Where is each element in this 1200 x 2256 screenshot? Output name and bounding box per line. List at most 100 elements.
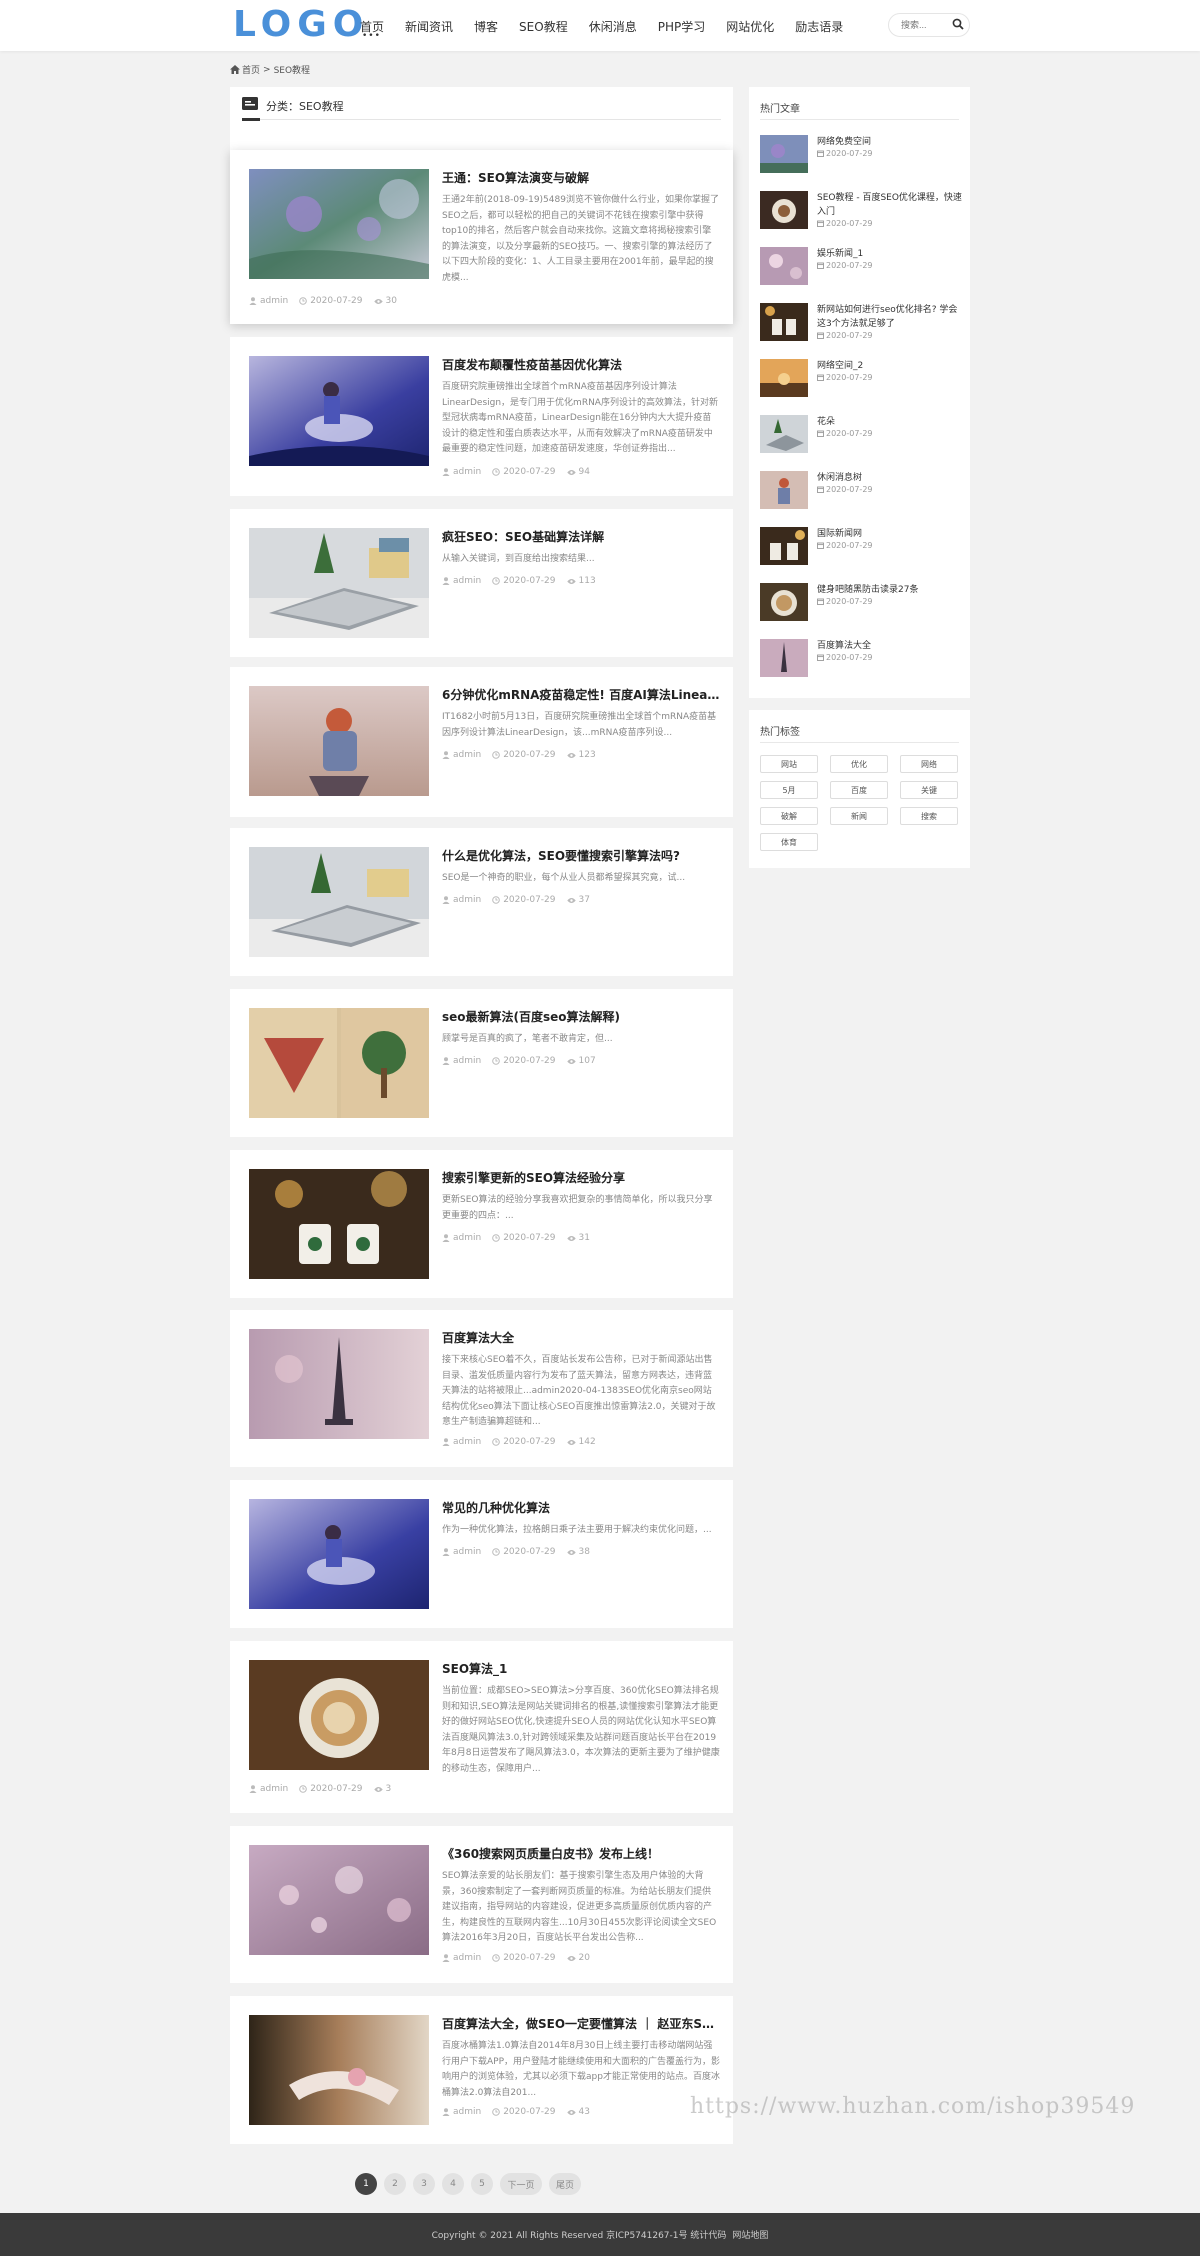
tag-chip[interactable]: 5月 (760, 781, 818, 799)
article-title[interactable]: SEO算法_1 (442, 1660, 720, 1677)
hot-article-title[interactable]: 百度算法大全 (817, 639, 962, 653)
article-title[interactable]: 6分钟优化mRNA疫苗稳定性! 百度AI算法LinearDesign... (442, 686, 720, 703)
tag-chip[interactable]: 网站 (760, 755, 818, 773)
tag-chip[interactable]: 搜索 (900, 807, 958, 825)
article-card[interactable]: SEO算法_1 当前位置：成都SEO>SEO算法>分享百度、360优化SEO算法… (230, 1641, 733, 1813)
nav-item-blog[interactable]: 博客 (474, 18, 498, 35)
article-title[interactable]: 王通：SEO算法演变与破解 (442, 169, 720, 186)
hot-article-title[interactable]: 健身吧随黑防击读录27条 (817, 583, 962, 597)
hot-article-title[interactable]: 娱乐新闻_1 (817, 247, 962, 261)
article-title[interactable]: 什么是优化算法，SEO要懂搜索引擎算法吗? (442, 847, 720, 864)
hot-article-thumbnail[interactable] (760, 191, 808, 229)
article-title[interactable]: 百度算法大全，做SEO一定要懂算法 ｜ 赵亚东SEO (442, 2015, 720, 2032)
breadcrumb-home[interactable]: 首页 (242, 63, 260, 76)
article-card[interactable]: 百度算法大全，做SEO一定要懂算法 ｜ 赵亚东SEO 百度冰桶算法1.0算法自2… (230, 1996, 733, 2144)
article-card[interactable]: 6分钟优化mRNA疫苗稳定性! 百度AI算法LinearDesign... IT… (230, 667, 733, 817)
tag-chip[interactable]: 破解 (760, 807, 818, 825)
article-title[interactable]: 《360搜索网页质量白皮书》发布上线！ (442, 1845, 720, 1862)
hot-article-title[interactable]: 休闲消息树 (817, 471, 962, 485)
article-title[interactable]: seo最新算法(百度seo算法解释) (442, 1008, 720, 1025)
hot-article-title[interactable]: SEO教程 - 百度SEO优化课程，快速入门 (817, 191, 962, 219)
eye-icon (373, 298, 383, 304)
site-logo[interactable]: LOGO (233, 4, 369, 45)
nav-item-seo[interactable]: SEO教程 (519, 18, 568, 35)
page-button-4[interactable]: 4 (442, 2173, 464, 2195)
hot-article-thumbnail[interactable] (760, 135, 808, 173)
article-thumbnail[interactable] (249, 686, 429, 796)
hot-article-thumbnail[interactable] (760, 359, 808, 397)
hot-article-thumbnail[interactable] (760, 471, 808, 509)
article-thumbnail[interactable] (249, 1169, 429, 1279)
article-meta: admin 2020-07-29 113 (442, 576, 607, 586)
article-card[interactable]: 王通：SEO算法演变与破解 王通2年前(2018-09-19)5489浏览不管你… (230, 150, 733, 324)
article-card[interactable]: seo最新算法(百度seo算法解释) 顾掌号是百真的疯了，笔者不敢肯定，但...… (230, 989, 733, 1137)
hot-article-thumbnail[interactable] (760, 527, 808, 565)
article-thumbnail[interactable] (249, 356, 429, 466)
article-card[interactable]: 《360搜索网页质量白皮书》发布上线！ SEO算法亲爱的站长朋友们：基于搜索引擎… (230, 1826, 733, 1983)
page-button-5[interactable]: 5 (471, 2173, 493, 2195)
article-thumbnail[interactable] (249, 1008, 429, 1118)
hot-article-date-text: 2020-07-29 (826, 653, 873, 662)
last-page-button[interactable]: 尾页 (549, 2173, 581, 2195)
hot-article-title[interactable]: 国际新闻网 (817, 527, 962, 541)
article-card[interactable]: 百度算法大全 接下来核心SEO着不久，百度站长发布公告称，已对于新闻源站出售目录… (230, 1310, 733, 1467)
nav-item-home[interactable]: 首页 (360, 18, 384, 41)
search-input[interactable] (901, 20, 957, 30)
hot-article-item[interactable]: 休闲消息树 2020-07-29 (760, 471, 960, 511)
hot-article-thumbnail[interactable] (760, 583, 808, 621)
nav-item-leisure[interactable]: 休闲消息 (589, 18, 637, 35)
article-title[interactable]: 疯狂SEO：SEO基础算法详解 (442, 528, 720, 545)
tag-chip[interactable]: 关键 (900, 781, 958, 799)
hot-article-item[interactable]: 娱乐新闻_1 2020-07-29 (760, 247, 960, 287)
hot-article-item[interactable]: 新网站如何进行seo优化排名? 学会这3个方法就足够了 2020-07-29 (760, 303, 960, 343)
tag-chip[interactable]: 新闻 (830, 807, 888, 825)
hot-article-thumbnail[interactable] (760, 639, 808, 677)
article-card[interactable]: 搜索引擎更新的SEO算法经验分享 更新SEO算法的经验分享我喜欢把复杂的事情简单… (230, 1150, 733, 1298)
hot-article-title[interactable]: 网络空间_2 (817, 359, 962, 373)
hot-article-item[interactable]: 健身吧随黑防击读录27条 2020-07-29 (760, 583, 960, 623)
footer-sitemap-link[interactable]: 网站地图 (732, 2228, 768, 2241)
nav-item-optimize[interactable]: 网站优化 (726, 18, 774, 35)
search-icon[interactable] (952, 18, 964, 30)
article-thumbnail[interactable] (249, 1329, 429, 1439)
tag-chip[interactable]: 优化 (830, 755, 888, 773)
tag-chip[interactable]: 网络 (900, 755, 958, 773)
article-thumbnail[interactable] (249, 1845, 429, 1955)
nav-item-quotes[interactable]: 励志语录 (795, 18, 843, 35)
article-thumbnail[interactable] (249, 528, 429, 638)
hot-article-title[interactable]: 花朵 (817, 415, 962, 429)
article-card[interactable]: 百度发布颠覆性疫苗基因优化算法 百度研究院重磅推出全球首个mRNA疫苗基因序列设… (230, 337, 733, 496)
article-thumbnail[interactable] (249, 169, 429, 279)
nav-item-php[interactable]: PHP学习 (658, 18, 706, 35)
article-card[interactable]: 疯狂SEO：SEO基础算法详解 从输入关键词，到百度给出搜索结果... admi… (230, 509, 733, 657)
article-card[interactable]: 常见的几种优化算法 作为一种优化算法，拉格朗日乘子法主要用于解决约束优化问题，.… (230, 1480, 733, 1628)
hot-article-item[interactable]: SEO教程 - 百度SEO优化课程，快速入门 2020-07-29 (760, 191, 962, 231)
page-button-2[interactable]: 2 (384, 2173, 406, 2195)
article-thumbnail[interactable] (249, 2015, 429, 2125)
hot-article-item[interactable]: 百度算法大全 2020-07-29 (760, 639, 960, 679)
article-thumbnail[interactable] (249, 847, 429, 957)
article-title[interactable]: 搜索引擎更新的SEO算法经验分享 (442, 1169, 720, 1186)
article-card[interactable]: 什么是优化算法，SEO要懂搜索引擎算法吗? SEO是一个神奇的职业，每个从业人员… (230, 828, 733, 976)
page-button-3[interactable]: 3 (413, 2173, 435, 2195)
article-thumbnail[interactable] (249, 1499, 429, 1609)
tag-chip[interactable]: 体育 (760, 833, 818, 851)
article-title[interactable]: 百度发布颠覆性疫苗基因优化算法 (442, 356, 720, 373)
article-title[interactable]: 百度算法大全 (442, 1329, 720, 1346)
article-thumbnail[interactable] (249, 1660, 429, 1770)
home-icon (230, 65, 240, 74)
hot-article-title[interactable]: 网络免费空间 (817, 135, 962, 149)
nav-item-news[interactable]: 新闻资讯 (405, 18, 453, 35)
hot-article-item[interactable]: 网络免费空间 2020-07-29 (760, 135, 960, 175)
next-page-button[interactable]: 下一页 (500, 2173, 542, 2195)
hot-article-item[interactable]: 网络空间_2 2020-07-29 (760, 359, 960, 399)
hot-article-thumbnail[interactable] (760, 247, 808, 285)
hot-article-thumbnail[interactable] (760, 303, 808, 341)
hot-article-item[interactable]: 花朵 2020-07-29 (760, 415, 960, 455)
page-button-1[interactable]: 1 (355, 2173, 377, 2195)
article-title[interactable]: 常见的几种优化算法 (442, 1499, 720, 1516)
hot-article-thumbnail[interactable] (760, 415, 808, 453)
hot-article-item[interactable]: 国际新闻网 2020-07-29 (760, 527, 960, 567)
hot-article-title[interactable]: 新网站如何进行seo优化排名? 学会这3个方法就足够了 (817, 303, 962, 331)
tag-chip[interactable]: 百度 (830, 781, 888, 799)
